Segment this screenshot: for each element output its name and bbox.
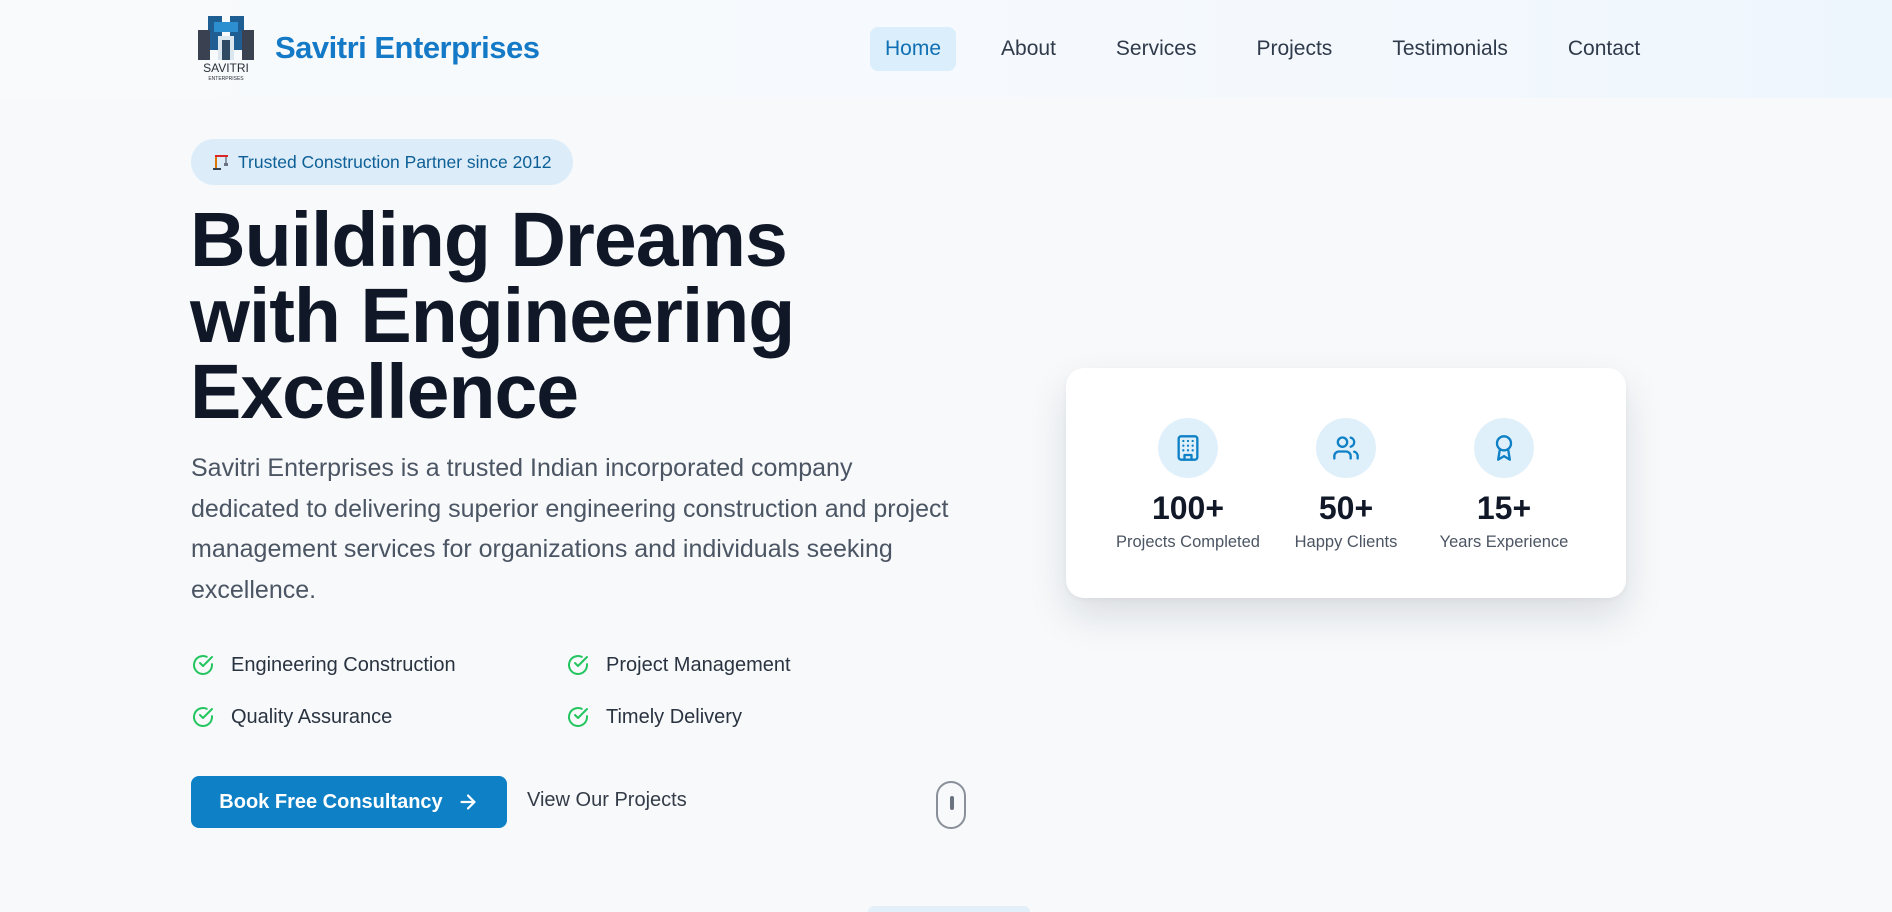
stat-label: Years Experience <box>1439 533 1569 551</box>
svg-text:ENTERPRISES: ENTERPRISES <box>208 76 244 82</box>
nav-services[interactable]: Services <box>1101 27 1212 71</box>
scroll-dot <box>950 796 954 810</box>
svg-text:SAVITRI: SAVITRI <box>203 61 249 75</box>
trust-badge: Trusted Construction Partner since 2012 <box>191 139 573 185</box>
stat-experience: 15+ Years Experience <box>1419 418 1589 552</box>
stat-icon-circle <box>1474 418 1534 478</box>
brand-name[interactable]: Savitri Enterprises <box>275 30 540 66</box>
feature-label: Timely Delivery <box>606 705 742 728</box>
check-circle-icon <box>568 655 588 675</box>
feature-item: Project Management <box>566 652 811 678</box>
check-circle-icon <box>568 707 588 727</box>
cta-label: Book Free Consultancy <box>219 790 443 813</box>
company-logo[interactable]: SAVITRI ENTERPRISES <box>192 14 260 82</box>
hero-description: Savitri Enterprises is a trusted Indian … <box>191 454 949 604</box>
stat-icon-circle <box>1158 418 1218 478</box>
hero-headline: Building Dreams with Engineering Excelle… <box>190 197 795 435</box>
feature-list: Engineering Construction Project Managem… <box>191 652 811 730</box>
feature-label: Engineering Construction <box>231 653 456 676</box>
feature-item: Timely Delivery <box>566 704 811 730</box>
feature-item: Engineering Construction <box>191 652 566 678</box>
nav-about[interactable]: About <box>986 27 1071 71</box>
check-circle-icon <box>193 707 213 727</box>
check-circle-icon <box>193 655 213 675</box>
book-consultancy-button[interactable]: Book Free Consultancy <box>191 776 507 828</box>
stat-icon-circle <box>1316 418 1376 478</box>
site-header: SAVITRI ENTERPRISES Savitri Enterprises … <box>0 0 1892 98</box>
award-icon <box>1495 435 1513 461</box>
crane-icon <box>212 153 230 171</box>
feature-label: Quality Assurance <box>231 705 393 728</box>
stat-label: Happy Clients <box>1294 533 1398 551</box>
nav-contact[interactable]: Contact <box>1553 27 1655 71</box>
stat-projects: 100+ Projects Completed <box>1103 418 1273 552</box>
building-icon <box>1177 435 1199 461</box>
nav-home[interactable]: Home <box>870 27 957 71</box>
badge-text: Trusted Construction Partner since 2012 <box>238 151 552 172</box>
stats-card: 100+ Projects Completed 50+ Happy Client… <box>1066 368 1626 598</box>
nav-projects[interactable]: Projects <box>1241 27 1347 71</box>
stat-value: 100+ <box>1151 490 1225 526</box>
feature-item: Quality Assurance <box>191 704 566 730</box>
stat-value: 50+ <box>1318 490 1374 526</box>
nav-testimonials[interactable]: Testimonials <box>1377 27 1523 71</box>
stat-clients: 50+ Happy Clients <box>1261 418 1431 552</box>
main-nav: Home About Services Projects Testimonial… <box>870 27 1655 71</box>
feature-label: Project Management <box>606 653 791 676</box>
scroll-indicator-icon[interactable] <box>936 781 966 829</box>
next-section-badge <box>868 906 1030 912</box>
users-icon <box>1333 436 1359 460</box>
view-projects-link[interactable]: View Our Projects <box>527 789 687 812</box>
stat-label: Projects Completed <box>1116 533 1260 551</box>
arrow-right-icon <box>460 794 476 810</box>
stat-value: 15+ <box>1476 490 1532 526</box>
